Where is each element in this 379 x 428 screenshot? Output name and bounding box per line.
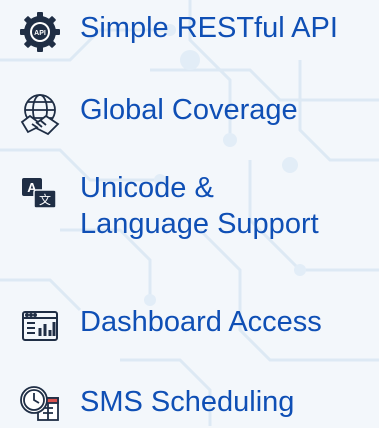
feature-dashboard-access: Dashboard Access (18, 304, 322, 348)
translate-glyph-wen: 文 (39, 192, 51, 207)
translate-icon: A 文 (18, 170, 62, 214)
feature-unicode-language-support: A 文 Unicode & Language Support (18, 170, 319, 242)
api-gear-icon: API (18, 10, 62, 54)
feature-label-line-1: Unicode & (80, 172, 214, 204)
api-badge-text: API (34, 30, 46, 37)
dashboard-icon (18, 304, 62, 348)
feature-simple-restful-api: API Simple RESTful API (18, 10, 338, 54)
globe-handshake-icon (18, 92, 62, 136)
feature-sms-scheduling: SMS Scheduling (18, 384, 294, 428)
feature-label: Dashboard Access (80, 306, 322, 338)
feature-label: Global Coverage (80, 94, 298, 126)
feature-label: Simple RESTful API (80, 12, 338, 44)
feature-label-line-2: Language Support (80, 208, 319, 240)
feature-global-coverage: Global Coverage (18, 92, 298, 136)
clock-calendar-icon (18, 384, 62, 428)
feature-label: Unicode & Language Support (80, 170, 319, 242)
feature-label: SMS Scheduling (80, 386, 295, 418)
